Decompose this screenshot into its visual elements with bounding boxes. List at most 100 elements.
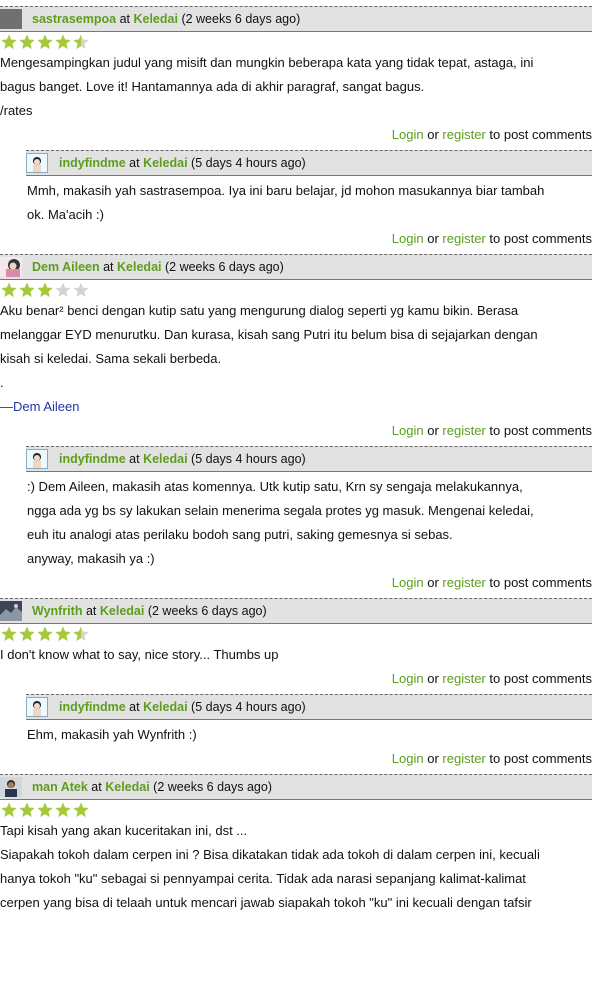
- author-link[interactable]: indyfindme: [59, 700, 126, 714]
- comment-line: bagus banget. Love it! Hantamannya ada d…: [0, 79, 425, 94]
- star-icon: [37, 626, 53, 641]
- star-icon: [55, 802, 71, 817]
- register-link[interactable]: register: [442, 671, 485, 686]
- post-comment-links: Login or register to post comments: [26, 747, 604, 770]
- or-text: or: [427, 671, 439, 686]
- comment-header: Dem Aileen at Keledai (2 weeks 6 days ag…: [0, 254, 592, 280]
- reply-comment: indyfindme at Keledai (5 days 4 hours ag…: [26, 150, 604, 250]
- node-link[interactable]: Keledai: [105, 780, 149, 794]
- comment-line: kisah si keledai. Sama sekali berbeda.: [0, 351, 222, 366]
- star-icon: [1, 802, 17, 817]
- at-label: at: [119, 12, 130, 26]
- login-link[interactable]: Login: [392, 127, 424, 142]
- comment-line: hanya tokoh "ku" sebagai si pennyampai c…: [0, 871, 526, 886]
- star-icon: [19, 802, 35, 817]
- register-link[interactable]: register: [442, 751, 485, 766]
- or-text: or: [427, 231, 439, 246]
- star-icon: [73, 34, 89, 49]
- avatar: [26, 697, 48, 717]
- star-icon: [37, 282, 53, 297]
- timestamp: (2 weeks 6 days ago): [147, 604, 267, 618]
- author-link[interactable]: sastrasempoa: [32, 12, 116, 26]
- comment-header: Wynfrith at Keledai (2 weeks 6 days ago): [0, 598, 592, 624]
- star-icon: [37, 802, 53, 817]
- comment-header: man Atek at Keledai (2 weeks 6 days ago): [0, 774, 592, 800]
- post-comment-links: Login or register to post comments: [26, 571, 604, 594]
- node-link[interactable]: Keledai: [143, 452, 187, 466]
- comment-header: indyfindme at Keledai (5 days 4 hours ag…: [26, 446, 592, 472]
- node-link[interactable]: Keledai: [117, 260, 161, 274]
- comment-line: Tapi kisah yang akan kuceritakan ini, ds…: [0, 823, 248, 838]
- comment: sastrasempoa at Keledai (2 weeks 6 days …: [0, 6, 604, 146]
- comment-body: Mengesampingkan judul yang misift dan mu…: [0, 51, 604, 123]
- author-link[interactable]: Wynfrith: [32, 604, 82, 618]
- star-icon: [19, 626, 35, 641]
- post-comments-text: to post comments: [489, 575, 592, 590]
- author-link[interactable]: indyfindme: [59, 452, 126, 466]
- author-link[interactable]: Dem Aileen: [32, 260, 100, 274]
- rating-stars: [0, 282, 604, 299]
- star-icon: [19, 34, 35, 49]
- star-icon: [73, 626, 89, 641]
- comment-line: Aku benar² benci dengan kutip satu yang …: [0, 303, 519, 318]
- node-link[interactable]: Keledai: [143, 156, 187, 170]
- login-link[interactable]: Login: [392, 751, 424, 766]
- post-comments-text: to post comments: [489, 751, 592, 766]
- timestamp: (2 weeks 6 days ago): [181, 12, 301, 26]
- register-link[interactable]: register: [442, 575, 485, 590]
- comment-line: /rates: [0, 103, 33, 118]
- comment: Wynfrith at Keledai (2 weeks 6 days ago)…: [0, 598, 604, 690]
- or-text: or: [427, 423, 439, 438]
- comment-line: I don't know what to say, nice story... …: [0, 647, 279, 662]
- register-link[interactable]: register: [442, 423, 485, 438]
- register-link[interactable]: register: [442, 127, 485, 142]
- rating-stars: [0, 626, 604, 643]
- or-text: or: [427, 751, 439, 766]
- login-link[interactable]: Login: [392, 423, 424, 438]
- post-comments-text: to post comments: [489, 423, 592, 438]
- comment-line: Ehm, makasih yah Wynfrith :): [27, 727, 197, 742]
- author-link[interactable]: man Atek: [32, 780, 88, 794]
- comment-header: sastrasempoa at Keledai (2 weeks 6 days …: [0, 6, 592, 32]
- comment-line: :) Dem Aileen, makasih atas komennya. Ut…: [27, 479, 523, 494]
- avatar: [26, 449, 48, 469]
- star-icon: [1, 282, 17, 297]
- star-icon: [73, 282, 89, 297]
- login-link[interactable]: Login: [392, 231, 424, 246]
- post-comment-links: Login or register to post comments: [0, 123, 604, 146]
- at-label: at: [91, 780, 102, 794]
- post-comment-links: Login or register to post comments: [0, 419, 604, 442]
- avatar: [0, 257, 22, 277]
- node-link[interactable]: Keledai: [143, 700, 187, 714]
- comment-line: euh itu analogi atas perilaku bodoh sang…: [27, 527, 453, 542]
- comment-line: ngga ada yg bs sy lakukan selain menerim…: [27, 503, 534, 518]
- comment-body: Mmh, makasih yah sastrasempoa. Iya ini b…: [26, 179, 604, 227]
- comment-line: anyway, makasih ya :): [27, 551, 155, 566]
- star-icon: [73, 802, 89, 817]
- timestamp: (5 days 4 hours ago): [191, 452, 306, 466]
- node-link[interactable]: Keledai: [100, 604, 144, 618]
- star-icon: [1, 626, 17, 641]
- at-label: at: [85, 604, 97, 618]
- register-link[interactable]: register: [442, 231, 485, 246]
- star-icon: [55, 282, 71, 297]
- star-icon: [1, 34, 17, 49]
- comment-line: Mmh, makasih yah sastrasempoa. Iya ini b…: [27, 183, 545, 198]
- at-label: at: [129, 156, 140, 170]
- or-text: or: [427, 575, 439, 590]
- author-link[interactable]: indyfindme: [59, 156, 126, 170]
- login-link[interactable]: Login: [392, 671, 424, 686]
- login-link[interactable]: Login: [392, 575, 424, 590]
- star-icon: [55, 34, 71, 49]
- comment-body: I don't know what to say, nice story... …: [0, 643, 604, 667]
- at-label: at: [129, 452, 140, 466]
- rating-stars: [0, 802, 604, 819]
- star-icon: [19, 282, 35, 297]
- avatar: [0, 601, 22, 621]
- node-link[interactable]: Keledai: [133, 12, 177, 26]
- comment-line: cerpen yang bisa di telaah untuk mencari…: [0, 895, 532, 910]
- comment-body: :) Dem Aileen, makasih atas komennya. Ut…: [26, 475, 604, 571]
- post-comments-text: to post comments: [489, 671, 592, 686]
- post-comment-links: Login or register to post comments: [26, 227, 604, 250]
- comment-line: Siapakah tokoh dalam cerpen ini ? Bisa d…: [0, 847, 540, 862]
